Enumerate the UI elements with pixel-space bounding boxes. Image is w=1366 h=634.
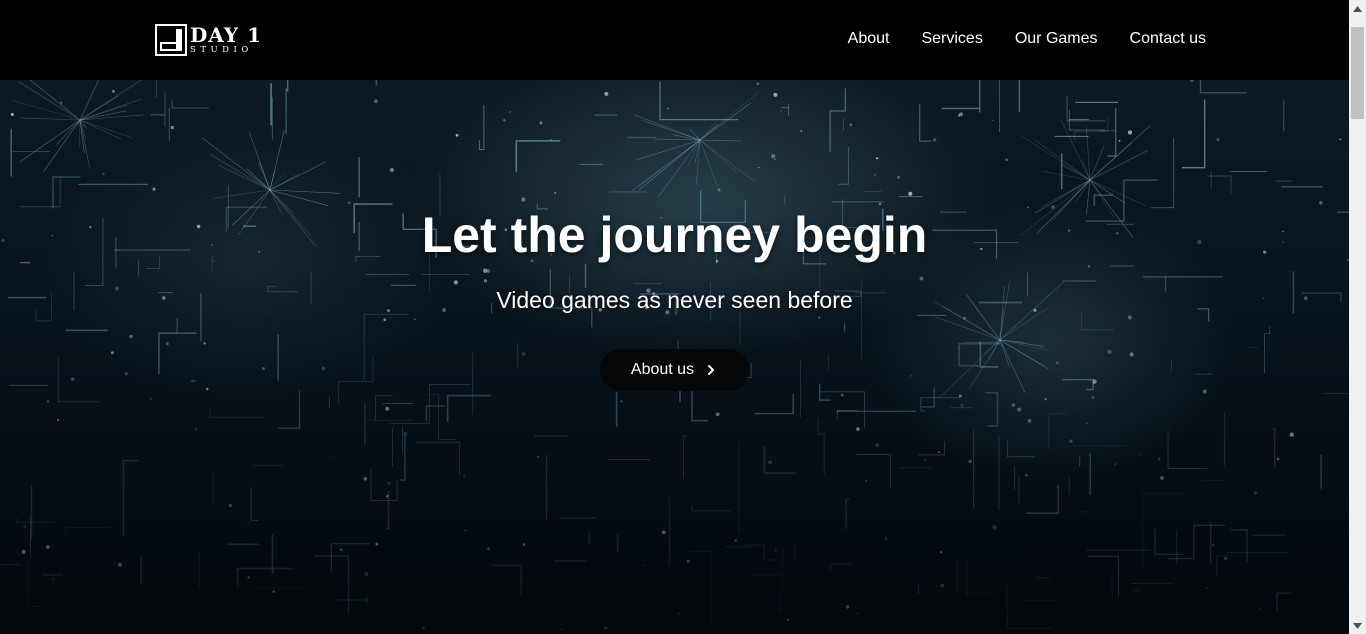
- top-navbar: DAY 1 STUDIO About Services Our Games Co…: [0, 0, 1349, 80]
- scroll-up-arrow-icon[interactable]: [1349, 0, 1366, 17]
- chevron-right-icon: [708, 365, 715, 375]
- hero-section: Let the journey begin Video games as nev…: [0, 80, 1349, 634]
- logo-icon: [155, 24, 187, 56]
- hero-subtitle: Video games as never seen before: [496, 287, 853, 313]
- about-us-button[interactable]: About us: [600, 349, 749, 391]
- scrollbar-thumb[interactable]: [1351, 27, 1364, 119]
- about-us-button-label: About us: [630, 361, 695, 378]
- day1-studio-logo[interactable]: DAY 1 STUDIO: [155, 22, 273, 58]
- nav-link-contact-us[interactable]: Contact us: [1130, 30, 1206, 48]
- hero-title: Let the journey begin: [421, 207, 928, 263]
- logo-brand-name: DAY 1: [190, 23, 263, 48]
- scroll-down-arrow-icon[interactable]: [1349, 617, 1366, 634]
- vertical-scrollbar[interactable]: [1349, 0, 1366, 634]
- logo-brand-tagline: STUDIO: [190, 45, 253, 56]
- main-nav: About Services Our Games Contact us: [848, 30, 1206, 48]
- nav-link-about[interactable]: About: [848, 30, 890, 48]
- nav-link-services[interactable]: Services: [921, 30, 982, 48]
- nav-link-our-games[interactable]: Our Games: [1015, 30, 1098, 48]
